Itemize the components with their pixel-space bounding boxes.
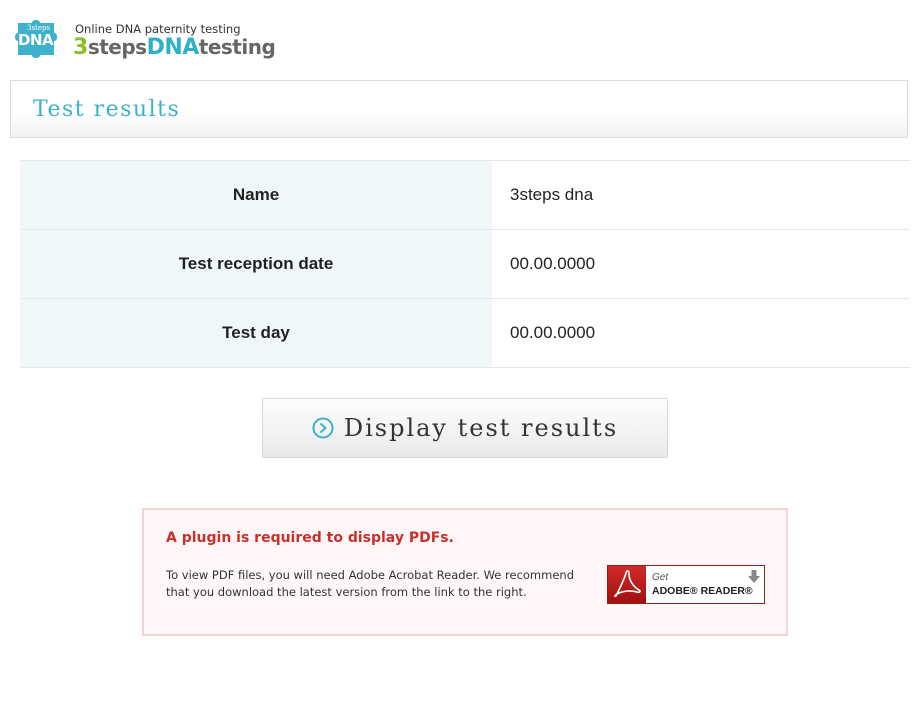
page-title-bar: Test results <box>10 80 908 138</box>
table-row: Test day 00.00.0000 <box>20 298 910 368</box>
name-value: 3steps dna <box>492 160 910 230</box>
reader-name-text: ADOBE® READER® <box>652 585 753 597</box>
wordmark-dna: DNA <box>146 35 200 60</box>
logo-badge-text: DNA <box>18 31 54 49</box>
table-row: Name 3steps dna <box>20 160 910 230</box>
test-day-label: Test day <box>20 298 492 368</box>
circle-chevron-right-icon <box>312 417 334 439</box>
reception-date-value: 00.00.0000 <box>492 229 910 299</box>
acrobat-icon <box>608 566 646 603</box>
reception-date-label: Test reception date <box>20 229 492 299</box>
display-test-results-button[interactable]: Display test results <box>262 398 668 458</box>
test-day-value: 00.00.0000 <box>492 298 910 368</box>
site-logo[interactable]: 3steps DNA Online DNA paternity testing … <box>10 17 290 63</box>
test-info-table: Name 3steps dna Test reception date 00.0… <box>20 160 910 368</box>
get-adobe-reader-link[interactable]: Get ADOBE® READER® <box>607 565 765 604</box>
notice-body: To view PDF files, you will need Adobe A… <box>166 568 575 599</box>
reader-get-text: Get <box>652 572 669 583</box>
display-button-label: Display test results <box>343 414 619 442</box>
wordmark-steps: steps <box>87 35 147 59</box>
wordmark-3: 3 <box>73 35 88 60</box>
pdf-plugin-notice: A plugin is required to display PDFs. To… <box>142 508 788 636</box>
logo-wordmark: 3stepsDNAtesting <box>73 35 276 60</box>
logo-tagline: Online DNA paternity testing <box>75 22 241 36</box>
download-arrow-icon <box>748 569 760 583</box>
name-label: Name <box>20 160 492 230</box>
page-title: Test results <box>33 97 181 122</box>
wordmark-testing: testing <box>198 35 276 59</box>
dna-puzzle-logo-icon: 3steps DNA <box>10 19 68 61</box>
table-row: Test reception date 00.00.0000 <box>20 229 910 299</box>
notice-title: A plugin is required to display PDFs. <box>166 530 454 546</box>
